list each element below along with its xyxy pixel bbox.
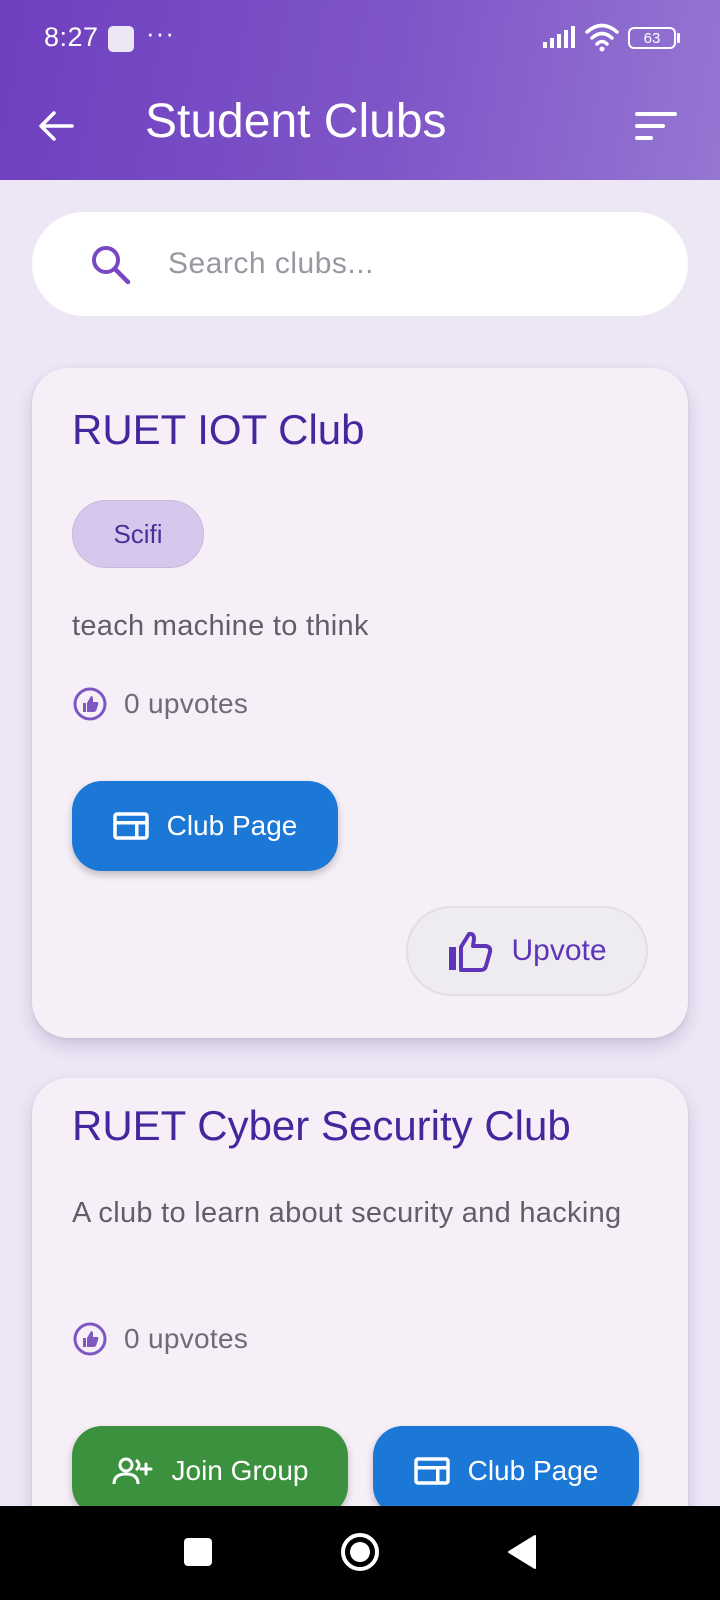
toolbar: Student Clubs (0, 80, 720, 180)
club-name: RUET IOT Club (72, 406, 365, 453)
club-page-button[interactable]: Club Page (373, 1426, 639, 1516)
upvote-count-text: 0 upvotes (124, 688, 249, 719)
search-icon (92, 246, 131, 285)
signal-icon (543, 26, 575, 48)
status-time: 8:27 (44, 22, 99, 52)
add-person-icon (112, 1456, 154, 1486)
recent-apps-button[interactable] (184, 1538, 212, 1566)
notification-icon (108, 26, 134, 52)
club-description: teach machine to think (72, 610, 369, 642)
thumb-up-circle-icon (73, 687, 107, 721)
club-tag-chip: Scifi (72, 500, 204, 568)
upvote-count: 0 upvotes (72, 686, 248, 722)
app-bar: 8:27 ··· 63 Student Clubs (0, 0, 720, 180)
join-group-button[interactable]: Join Group (72, 1426, 348, 1516)
web-page-icon (413, 1457, 450, 1485)
back-button[interactable] (30, 100, 82, 152)
search-bar[interactable] (32, 212, 688, 316)
club-page-label: Club Page (166, 810, 298, 841)
thumb-up-circle-icon (73, 1322, 107, 1356)
club-page-label: Club Page (467, 1455, 599, 1486)
club-description: A club to learn about security and hacki… (72, 1197, 622, 1229)
thumb-up-icon (447, 930, 493, 972)
battery-icon: 63 (628, 27, 676, 49)
arrow-back-icon (39, 111, 74, 141)
more-notifications-icon: ··· (146, 18, 175, 48)
system-nav-bar (0, 1506, 720, 1600)
upvote-button[interactable]: Upvote (406, 906, 648, 996)
upvote-label: Upvote (511, 934, 607, 967)
nav-back-button[interactable] (505, 1534, 537, 1570)
status-bar: 8:27 ··· 63 (0, 0, 720, 80)
club-card: RUET IOT Club Scifi teach machine to thi… (32, 368, 688, 1038)
upvote-count-text: 0 upvotes (124, 1323, 249, 1354)
sort-icon (635, 112, 677, 140)
club-name: RUET Cyber Security Club (72, 1102, 571, 1149)
battery-tip (677, 33, 680, 43)
club-page-button[interactable]: Club Page (72, 781, 338, 871)
web-page-icon (112, 812, 149, 840)
join-group-label: Join Group (171, 1455, 309, 1486)
search-input[interactable] (168, 240, 648, 288)
home-button[interactable] (340, 1532, 380, 1572)
club-tag-label: Scifi (113, 518, 163, 549)
page-title: Student Clubs (145, 95, 447, 148)
upvote-count: 0 upvotes (72, 1321, 248, 1357)
wifi-icon (585, 23, 619, 52)
sort-button[interactable] (630, 100, 682, 152)
battery-level: 63 (643, 29, 661, 47)
